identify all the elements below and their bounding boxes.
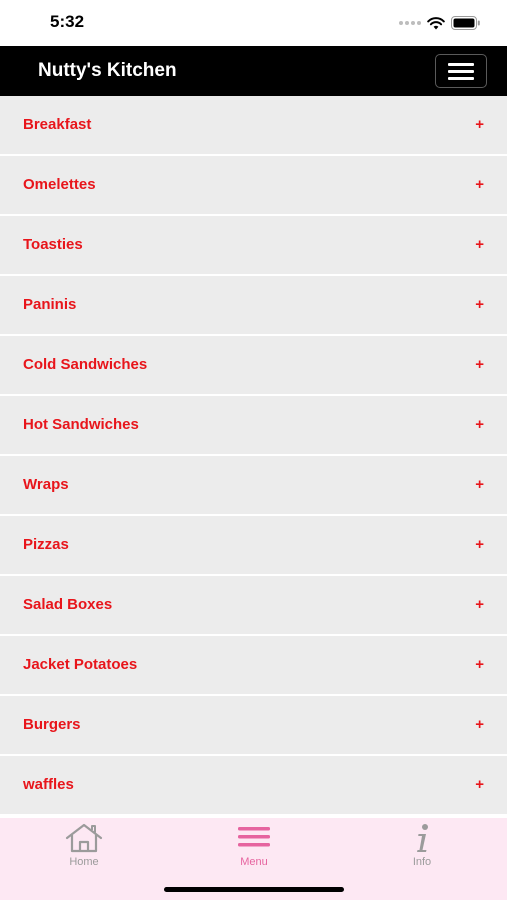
expand-plus-icon[interactable]: + [475,776,484,793]
home-indicator [164,887,344,892]
menu-category-label: Toasties [23,236,83,253]
expand-plus-icon[interactable]: + [475,356,484,373]
menu-category-salad-boxes[interactable]: Salad Boxes + [0,576,507,634]
menu-category-paninis[interactable]: Paninis + [0,276,507,334]
status-bar: 5:32 [0,0,507,46]
menu-category-label: Cold Sandwiches [23,356,148,373]
menu-category-label: Hot Sandwiches [23,416,139,433]
expand-plus-icon[interactable]: + [475,116,484,133]
expand-plus-icon[interactable]: + [475,536,484,553]
tab-menu-label: Menu [240,856,268,868]
menu-category-list: Breakfast + Omelettes + Toasties + Panin… [0,96,507,818]
expand-plus-icon[interactable]: + [475,176,484,193]
wifi-icon [427,16,445,30]
menu-category-label: Pizzas [23,536,69,553]
menu-category-wraps[interactable]: Wraps + [0,456,507,514]
expand-plus-icon[interactable]: + [475,296,484,313]
info-icon [417,824,428,852]
menu-category-label: Salad Boxes [23,596,113,613]
tab-info-label: Info [412,856,432,868]
expand-plus-icon[interactable]: + [475,416,484,433]
signal-dots-icon [399,21,421,25]
menu-category-label: Wraps [23,476,69,493]
menu-category-waffles[interactable]: waffles + [0,756,507,814]
tab-home[interactable]: Home [34,822,134,872]
expand-plus-icon[interactable]: + [475,596,484,613]
hamburger-menu-button[interactable] [435,54,487,88]
battery-icon [451,16,481,30]
menu-category-burgers[interactable]: Burgers + [0,696,507,754]
menu-category-toasties[interactable]: Toasties + [0,216,507,274]
menu-category-label: Omelettes [23,176,96,193]
menu-category-cold-sandwiches[interactable]: Cold Sandwiches + [0,336,507,394]
menu-category-label: Jacket Potatoes [23,656,138,673]
menu-category-jacket-potatoes[interactable]: Jacket Potatoes + [0,636,507,694]
status-icons [399,14,481,32]
menu-category-pizzas[interactable]: Pizzas + [0,516,507,574]
hamburger-icon [448,62,474,66]
menu-category-label: Burgers [23,716,81,733]
tab-home-label: Home [69,856,99,868]
menu-lines-icon [238,827,270,847]
expand-plus-icon[interactable]: + [475,716,484,733]
tab-info[interactable]: Info [372,822,472,872]
menu-category-label: Breakfast [23,116,92,133]
menu-category-omelettes[interactable]: Omelettes + [0,156,507,214]
app-header: Nutty's Kitchen [0,46,507,96]
status-time: 5:32 [50,12,85,31]
expand-plus-icon[interactable]: + [475,476,484,493]
tab-menu[interactable]: Menu [204,822,304,872]
home-icon [65,823,103,853]
menu-category-breakfast[interactable]: Breakfast + [0,96,507,154]
expand-plus-icon[interactable]: + [475,656,484,673]
menu-category-label: waffles [23,776,74,793]
expand-plus-icon[interactable]: + [475,236,484,253]
menu-category-label: Paninis [23,296,77,313]
menu-category-hot-sandwiches[interactable]: Hot Sandwiches + [0,396,507,454]
app-title: Nutty's Kitchen [38,60,177,81]
